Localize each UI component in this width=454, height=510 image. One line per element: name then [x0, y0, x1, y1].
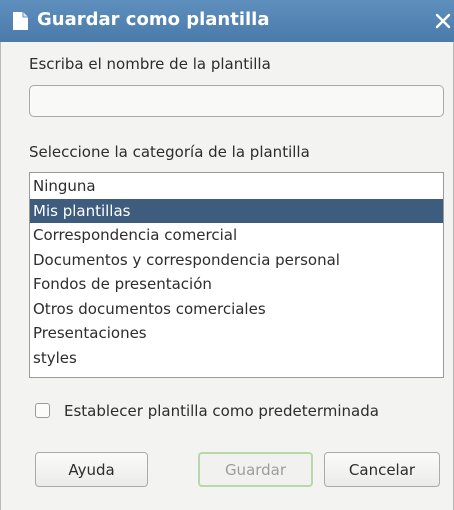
template-name-input[interactable] — [29, 85, 444, 117]
list-item-presentaciones[interactable]: Presentaciones — [30, 321, 443, 346]
list-item-fondos-presentacion[interactable]: Fondos de presentación — [30, 272, 443, 297]
dialog-title: Guardar como plantilla — [37, 9, 270, 30]
help-button[interactable]: Ayuda — [35, 452, 148, 487]
list-item-styles[interactable]: styles — [30, 346, 443, 371]
template-name-label: Escriba el nombre de la plantilla — [29, 55, 271, 73]
list-item-otros-documentos[interactable]: Otros documentos comerciales — [30, 297, 443, 322]
close-icon[interactable] — [432, 9, 454, 33]
list-item-ninguna[interactable]: Ninguna — [30, 174, 443, 199]
list-item-correspondencia-comercial[interactable]: Correspondencia comercial — [30, 223, 443, 248]
category-list[interactable]: Ninguna Mis plantillas Correspondencia c… — [29, 172, 444, 378]
set-default-label[interactable]: Establecer plantilla como predeterminada — [64, 400, 379, 422]
template-category-label: Seleccione la categoría de la plantilla — [29, 143, 310, 161]
save-button[interactable]: Guardar — [198, 452, 313, 487]
cancel-button[interactable]: Cancelar — [324, 452, 440, 487]
list-item-mis-plantillas[interactable]: Mis plantillas — [30, 198, 443, 223]
save-template-dialog: Guardar como plantilla Escriba el nombre… — [0, 0, 454, 510]
set-default-checkbox[interactable] — [35, 403, 50, 418]
list-item-documentos-personal[interactable]: Documentos y correspondencia personal — [30, 248, 443, 273]
set-default-option[interactable]: Establecer plantilla como predeterminada — [35, 400, 415, 422]
document-icon — [13, 12, 28, 30]
title-bar[interactable]: Guardar como plantilla — [0, 0, 454, 42]
